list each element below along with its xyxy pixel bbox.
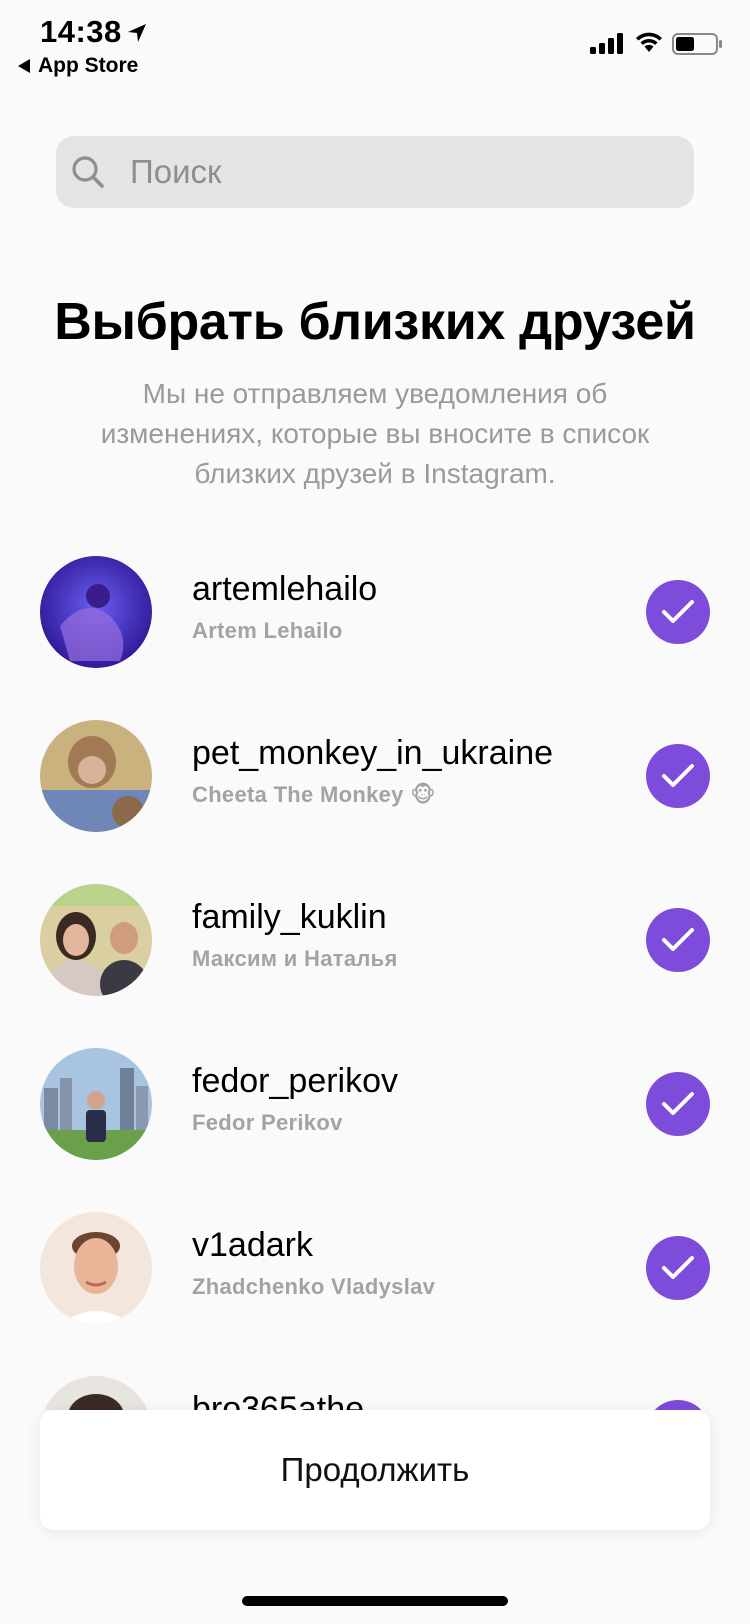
checkmark-icon (662, 928, 694, 951)
avatar (40, 720, 152, 832)
wifi-icon (636, 32, 662, 52)
battery-icon (672, 33, 722, 55)
friend-username: artemlehailo (192, 570, 378, 608)
page-title: Выбрать близких друзей (54, 293, 696, 351)
friend-username: fedor_perikov (192, 1062, 399, 1100)
checkmark-icon (662, 764, 694, 787)
friend-username: pet_monkey_in_ukraine (192, 734, 554, 772)
selected-checkbox[interactable] (646, 908, 710, 972)
selected-checkbox[interactable] (646, 580, 710, 644)
avatar (40, 1376, 152, 1410)
avatar (40, 1048, 152, 1160)
friend-row[interactable]: family_kuklin Максим и Наталья (0, 884, 750, 1048)
location-arrow-icon (128, 24, 146, 42)
status-time: 14:38 (40, 14, 122, 49)
friend-fullname: Fedor Perikov (192, 1110, 343, 1135)
selected-checkbox[interactable] (646, 1400, 710, 1410)
search-bar[interactable] (56, 136, 694, 208)
friend-row[interactable]: pet_monkey_in_ukraine Cheeta The Monkey … (0, 720, 750, 884)
avatar (40, 1212, 152, 1324)
friend-row[interactable]: v1adark Zhadchenko Vladyslav (0, 1212, 750, 1376)
selected-checkbox[interactable] (646, 1236, 710, 1300)
back-to-app-store[interactable]: App Store (18, 54, 138, 78)
avatar (40, 556, 152, 668)
checkmark-icon (662, 600, 694, 623)
page-subtitle: Мы не отправляем уведомления об изменени… (100, 378, 650, 489)
checkmark-icon (662, 1092, 694, 1115)
avatar (40, 884, 152, 996)
cellular-signal-icon (590, 33, 623, 54)
friend-row[interactable]: artemlehailo Artem Lehailo (0, 556, 750, 720)
search-input[interactable] (130, 153, 650, 191)
checkmark-icon (662, 1256, 694, 1279)
friend-fullname: Cheeta The Monkey 🐵 (192, 782, 436, 807)
home-indicator[interactable] (242, 1596, 508, 1606)
friend-fullname: Zhadchenko Vladyslav (192, 1274, 436, 1299)
continue-button[interactable]: Продолжить (40, 1410, 710, 1530)
friend-username: family_kuklin (192, 898, 387, 936)
search-icon (72, 156, 104, 188)
selected-checkbox[interactable] (646, 744, 710, 808)
friend-row[interactable]: fedor_perikov Fedor Perikov (0, 1048, 750, 1212)
status-bar: 14:38 App Store (0, 0, 750, 90)
friend-username: bro365athe (192, 1390, 365, 1410)
back-arrow-icon (18, 59, 30, 73)
friend-username: v1adark (192, 1226, 313, 1264)
friend-row[interactable]: bro365athe (0, 1376, 750, 1410)
friend-fullname: Artem Lehailo (192, 618, 343, 643)
friends-list: artemlehailo Artem Lehailo pet_monkey_in… (0, 556, 750, 1410)
friend-fullname: Максим и Наталья (192, 946, 398, 971)
selected-checkbox[interactable] (646, 1072, 710, 1136)
back-app-label: App Store (38, 54, 139, 77)
